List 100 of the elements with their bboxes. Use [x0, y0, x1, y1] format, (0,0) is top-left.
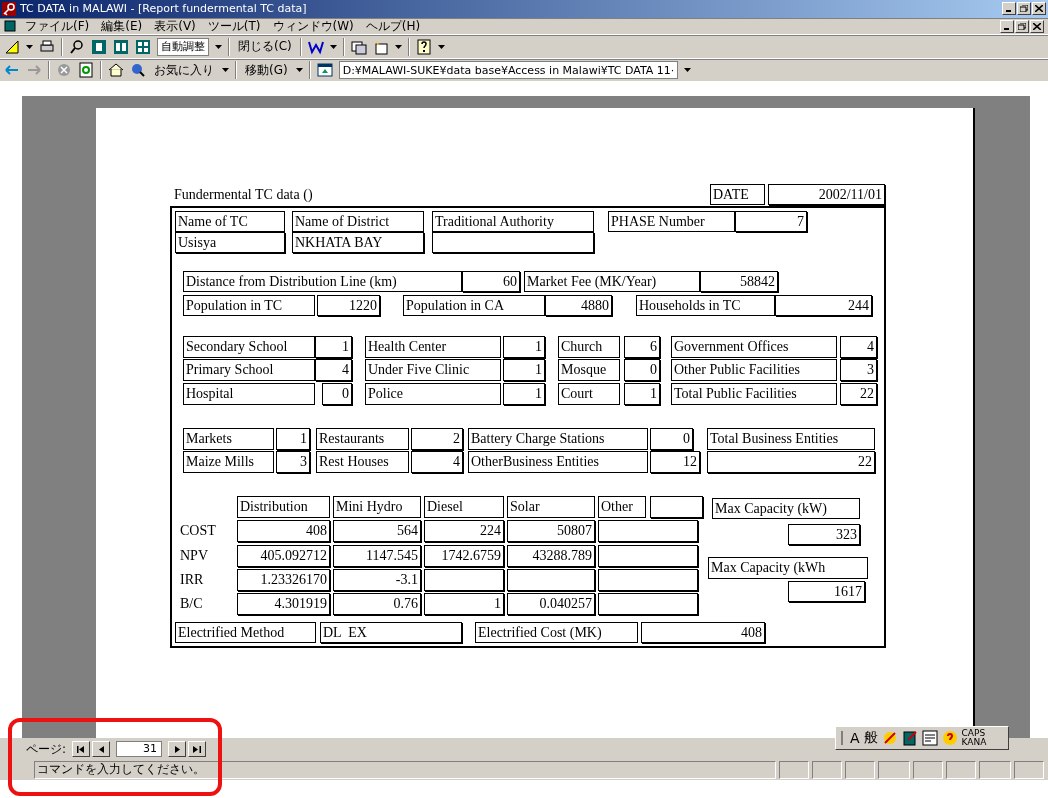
page-number-field[interactable]: 31 — [116, 741, 163, 758]
go-menu[interactable]: 移動(G) — [243, 61, 290, 79]
globe-search-icon[interactable] — [130, 62, 146, 79]
minimize-button[interactable] — [1002, 2, 1016, 16]
multiple-pages-icon[interactable] — [135, 38, 151, 55]
help-icon[interactable] — [415, 38, 432, 55]
dictionary-icon[interactable] — [921, 730, 938, 747]
caret-icon[interactable] — [295, 68, 303, 73]
field-label: Restaurants — [316, 428, 409, 451]
close-icon — [1035, 5, 1043, 13]
menu-item[interactable]: 表示(V) — [151, 17, 199, 35]
field-value: 58842 — [700, 271, 778, 293]
notebook-icon[interactable] — [901, 730, 918, 747]
caret-icon[interactable] — [26, 44, 33, 49]
menu-item[interactable]: ファイル(F) — [22, 17, 93, 35]
key-icon — [2, 1, 16, 16]
status-panel — [1014, 761, 1044, 779]
close-button[interactable]: 閉じる(C) — [236, 38, 294, 56]
field-label: PHASE Number — [608, 211, 735, 233]
address-field[interactable]: D:¥MALAWI-SUKE¥data base¥Access in Malawi¥TC DATA 11· — [338, 61, 679, 80]
caret-icon[interactable] — [684, 68, 692, 73]
caret-icon[interactable] — [215, 44, 222, 49]
field-value: 1617 — [788, 581, 865, 603]
field-value: 1742.6759 — [424, 545, 504, 568]
field-value: 1 — [315, 336, 352, 359]
empty-field — [650, 496, 703, 519]
grip-icon[interactable] — [840, 730, 846, 747]
field-value: 7 — [735, 211, 807, 233]
print-icon[interactable] — [39, 38, 55, 55]
stop-icon[interactable] — [56, 62, 72, 79]
next-icon — [174, 745, 180, 753]
input-type-button[interactable]: 般 — [863, 729, 878, 748]
previous-page-button[interactable] — [92, 741, 111, 758]
field-value: 3 — [840, 359, 877, 382]
caret-icon[interactable] — [222, 68, 229, 73]
field-value: 3 — [276, 451, 310, 474]
status-message: コマンドを入力してください。 — [34, 761, 776, 779]
close-button[interactable] — [1032, 2, 1046, 16]
first-icon — [77, 745, 86, 753]
search-icon[interactable] — [69, 38, 85, 55]
field-value: 323 — [788, 524, 860, 546]
caret-icon[interactable] — [437, 44, 445, 49]
field-label: Other — [598, 496, 646, 519]
field-value: 0 — [624, 359, 660, 382]
field-label: Police — [365, 383, 501, 406]
field-label: Population in TC — [183, 295, 315, 317]
field-value: 0 — [322, 383, 352, 406]
first-page-button[interactable] — [72, 741, 91, 758]
field-value: 4880 — [545, 295, 612, 317]
favorites-menu[interactable]: お気に入り — [152, 61, 216, 79]
menu-item[interactable]: ウィンドウ(W) — [269, 17, 357, 35]
last-page-button[interactable] — [188, 741, 207, 758]
field-value: 50807 — [507, 520, 595, 543]
field-value: 2002/11/01 — [768, 184, 885, 206]
input-mode-button[interactable]: A — [850, 730, 860, 747]
window-icon[interactable] — [316, 62, 333, 79]
field-value: 0.76 — [333, 593, 421, 616]
field-label: Traditional Authority — [432, 211, 594, 233]
zoom-dropdown[interactable]: 自動調整 — [157, 37, 209, 56]
kana-indicator: KANA — [961, 738, 987, 748]
field-label: Markets — [183, 428, 274, 451]
field-label: Court — [558, 383, 620, 406]
design-ruler-icon[interactable] — [4, 38, 20, 55]
field-label: Maize Mills — [183, 451, 274, 474]
field-value: 4.301919 — [237, 593, 330, 616]
menu-item[interactable]: 編集(E) — [98, 17, 146, 35]
field-value: 1 — [624, 383, 660, 406]
menu-item[interactable]: ツール(T) — [204, 17, 264, 35]
two-pages-icon[interactable] — [113, 38, 129, 55]
caret-icon[interactable] — [329, 44, 337, 49]
field-label: Church — [558, 336, 620, 359]
refresh-icon[interactable] — [78, 62, 94, 79]
status-panel — [946, 761, 976, 779]
caret-icon[interactable] — [394, 44, 402, 49]
field-label: Max Capacity (kWh — [708, 557, 868, 580]
status-panel — [979, 761, 1011, 779]
field-label: Diesel — [424, 496, 504, 519]
field-value: 4 — [315, 359, 352, 382]
field-value: 1 — [503, 359, 545, 382]
field-label: Electrified Method — [175, 622, 316, 644]
maximize-button[interactable] — [1017, 2, 1031, 16]
field-label: Distance from Distribution Line (km) — [183, 271, 462, 293]
field-value: 1147.545 — [333, 545, 421, 568]
restore-button[interactable] — [1015, 19, 1029, 33]
one-page-icon[interactable] — [91, 38, 107, 55]
home-icon[interactable] — [108, 62, 124, 79]
field-value: 12 — [650, 451, 700, 474]
field-value: 1.23326170 — [237, 569, 330, 592]
field-value: 1220 — [317, 295, 380, 317]
minimize-button[interactable] — [1000, 19, 1014, 33]
close-button[interactable] — [1030, 19, 1044, 33]
row-label: B/C — [179, 595, 204, 614]
field-value: 1 — [503, 336, 545, 359]
menu-item[interactable]: ヘルプ(H) — [362, 17, 424, 35]
next-page-button[interactable] — [168, 741, 187, 758]
field-label: Total Business Entities — [707, 428, 875, 451]
field-value: 408 — [641, 622, 765, 644]
field-label: Total Public Facilities — [671, 383, 837, 406]
field-label: Name of District — [292, 211, 424, 233]
windows-icon[interactable] — [350, 38, 367, 55]
